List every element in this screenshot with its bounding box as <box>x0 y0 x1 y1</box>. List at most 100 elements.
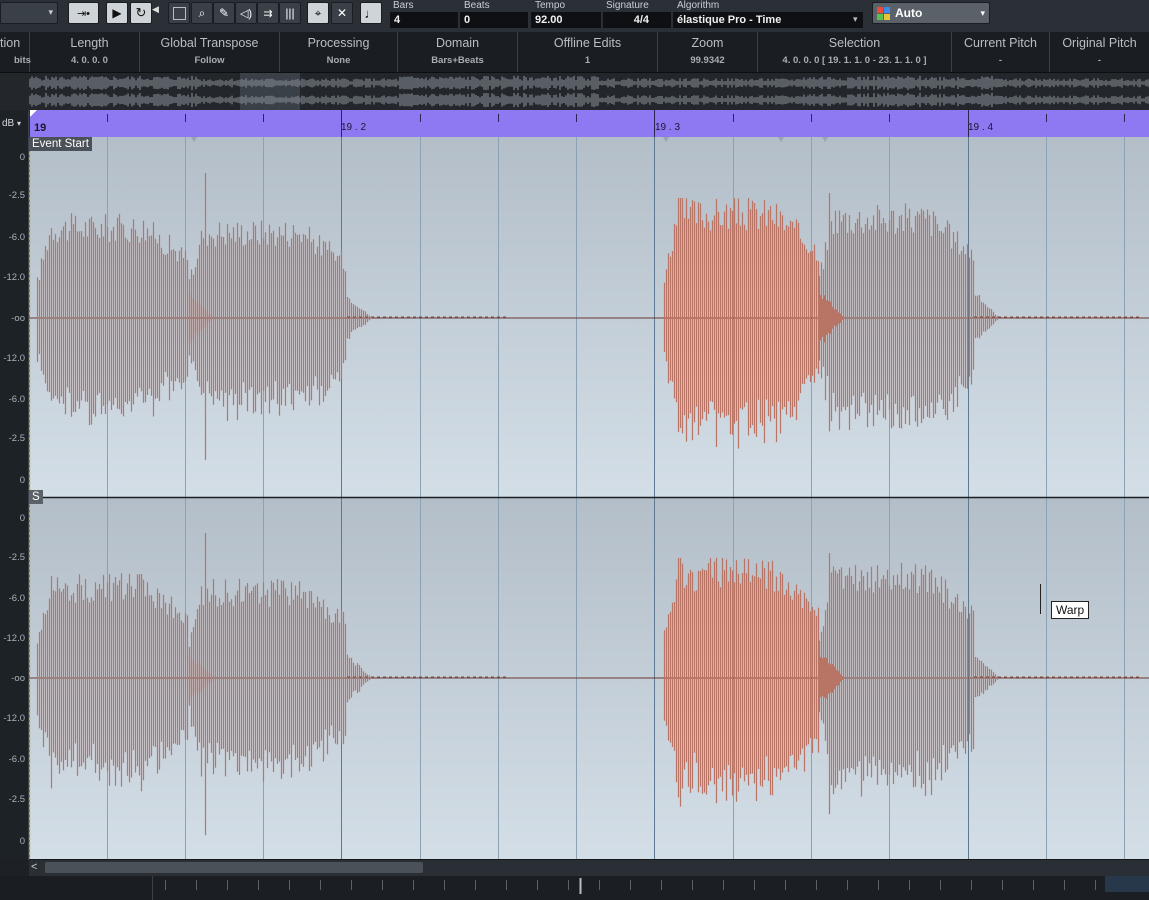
chevron-down-icon: ▾ <box>853 14 858 24</box>
db-tick: -12.0 <box>3 713 25 724</box>
db-tick: 0 <box>19 152 25 163</box>
db-tick: -12.0 <box>3 272 25 283</box>
chevron-down-icon: ▾ <box>17 119 22 128</box>
db-tick: -2.5 <box>8 433 25 444</box>
overview-line[interactable] <box>0 73 1149 110</box>
color-grid-icon <box>877 6 890 20</box>
scrollbar-thumb[interactable] <box>45 862 423 873</box>
info-value: None <box>326 55 351 66</box>
info-col-offline-edits[interactable]: Offline Edits 1 <box>518 32 658 72</box>
unstretch-button[interactable]: ✕ <box>331 2 353 24</box>
info-value: 1 <box>584 55 591 66</box>
warp-tooltip: Warp <box>1051 601 1090 619</box>
scrub-tool-button[interactable]: ⇉ <box>257 2 279 24</box>
snap-button[interactable]: ⇥• <box>68 2 99 24</box>
play-options-icon[interactable]: ◀ <box>152 4 159 15</box>
algorithm-select[interactable]: élastique Pro - Time <box>673 12 863 28</box>
info-value: 99.9342 <box>690 55 725 66</box>
info-value: bits <box>14 55 31 66</box>
info-header: Global Transpose <box>160 36 259 50</box>
bars-label: Bars <box>393 0 414 11</box>
bars-field[interactable]: 4 <box>390 12 458 28</box>
db-tick: 0 <box>19 475 25 486</box>
signature-label: Signature <box>606 0 649 11</box>
chevron-down-icon: ▾ <box>48 7 53 17</box>
db-tick: -oo <box>11 313 25 324</box>
algorithm-label: Algorithm <box>677 0 720 11</box>
snap-point-tag[interactable]: S <box>29 490 43 504</box>
snap-arrows-icon: ⇥• <box>76 7 91 20</box>
info-header: tion <box>0 36 21 50</box>
hitpoint-tool-button[interactable]: ||| <box>279 2 301 24</box>
info-col-length[interactable]: Length 4. 0. 0. 0 <box>40 32 140 72</box>
scroll-left-icon[interactable]: < <box>31 861 37 873</box>
info-col-original-pitch[interactable]: Original Pitch - <box>1050 32 1149 72</box>
db-tick: 0 <box>19 836 25 847</box>
info-line: tion bits Length 4. 0. 0. 0 Global Trans… <box>0 32 1149 73</box>
draw-tool-button[interactable]: ✎ <box>213 2 235 24</box>
info-col-processing[interactable]: Processing None <box>280 32 398 72</box>
beats-field[interactable]: 0 <box>460 12 528 28</box>
db-tick: -6.0 <box>8 394 25 405</box>
info-header: Length <box>70 36 109 50</box>
signature-field[interactable]: 4/4 <box>603 12 671 28</box>
info-header: Selection <box>828 36 881 50</box>
info-value: 4. 0. 0. 0 <box>71 55 108 66</box>
tempo-field[interactable]: 92.00 <box>531 12 601 28</box>
speaker-icon: ◁) <box>239 7 253 20</box>
note-icon: ♩ <box>364 5 378 21</box>
bottom-ruler <box>0 876 1149 900</box>
ruler[interactable]: 19 19 . 2 19 . 3 19 . 4 <box>29 110 1149 137</box>
toolbar: ▾ ⇥• ▶ ↻ ◀ ⌕ ✎ ◁) ⇉ ||| ⌖ ✕ ♩ Bars 4 Bea… <box>0 0 1149 33</box>
info-col-zoom[interactable]: Zoom 99.9342 <box>658 32 758 72</box>
info-header: Offline Edits <box>553 36 622 50</box>
event-start-tag[interactable]: Event Start <box>29 137 92 151</box>
info-col-resolution[interactable]: tion bits <box>0 32 31 72</box>
db-unit-label[interactable]: dB ▾ <box>2 118 21 129</box>
db-tick: -2.5 <box>8 794 25 805</box>
horizontal-scrollbar[interactable]: < <box>29 859 1149 876</box>
db-tick: -6.0 <box>8 593 25 604</box>
info-value: 4. 0. 0. 0 [ 19. 1. 1. 0 - 23. 1. 1. 0 ] <box>782 55 927 66</box>
db-tick: -12.0 <box>3 633 25 644</box>
zoom-icon: ⌕ <box>198 5 206 20</box>
db-tick: -6.0 <box>8 232 25 243</box>
tempo-label: Tempo <box>535 0 566 11</box>
pencil-icon: ✎ <box>218 6 230 20</box>
beats-label: Beats <box>464 0 490 11</box>
speaker-tool-button[interactable]: ◁) <box>235 2 257 24</box>
db-tick: -oo <box>11 673 25 684</box>
db-tick: -2.5 <box>8 552 25 563</box>
cycle-button[interactable]: ↻ <box>130 2 152 24</box>
info-col-selection[interactable]: Selection 4. 0. 0. 0 [ 19. 1. 1. 0 - 23.… <box>758 32 952 72</box>
warp-icon: ⌖ <box>314 5 322 20</box>
scrub-icon: ⇉ <box>263 7 273 20</box>
db-tick: -2.5 <box>8 190 25 201</box>
hitpoint-icon: ||| <box>285 6 295 20</box>
auto-button[interactable]: Auto ▾ <box>872 2 990 24</box>
overview-waveform <box>0 73 1149 110</box>
select-tool-button[interactable] <box>168 2 190 24</box>
cycle-icon: ↻ <box>135 5 147 20</box>
bottom-strip <box>0 876 1149 900</box>
info-header: Original Pitch <box>1062 36 1137 50</box>
info-value: Bars+Beats <box>431 55 484 66</box>
info-col-global-transpose[interactable]: Global Transpose Follow <box>140 32 280 72</box>
db-tick: 0 <box>19 513 25 524</box>
musical-mode-button[interactable]: ♩ <box>360 2 382 24</box>
play-button[interactable]: ▶ <box>106 2 128 24</box>
db-tick: -12.0 <box>3 353 25 364</box>
info-col-domain[interactable]: Domain Bars+Beats <box>398 32 518 72</box>
sample-editor-display[interactable]: Event Start S Warp <box>29 137 1149 859</box>
info-value: - <box>1097 55 1102 66</box>
db-tick: -6.0 <box>8 754 25 765</box>
overview-view-rect <box>240 73 300 110</box>
rectangle-select-icon <box>172 6 186 20</box>
zoom-tool-button[interactable]: ⌕ <box>191 2 213 24</box>
info-header: Current Pitch <box>964 36 1037 50</box>
info-header: Zoom <box>691 36 724 50</box>
info-col-current-pitch[interactable]: Current Pitch - <box>952 32 1050 72</box>
tool-dropdown[interactable]: ▾ <box>0 2 58 24</box>
auto-label: Auto <box>895 6 923 20</box>
warp-tool-button[interactable]: ⌖ <box>307 2 329 24</box>
